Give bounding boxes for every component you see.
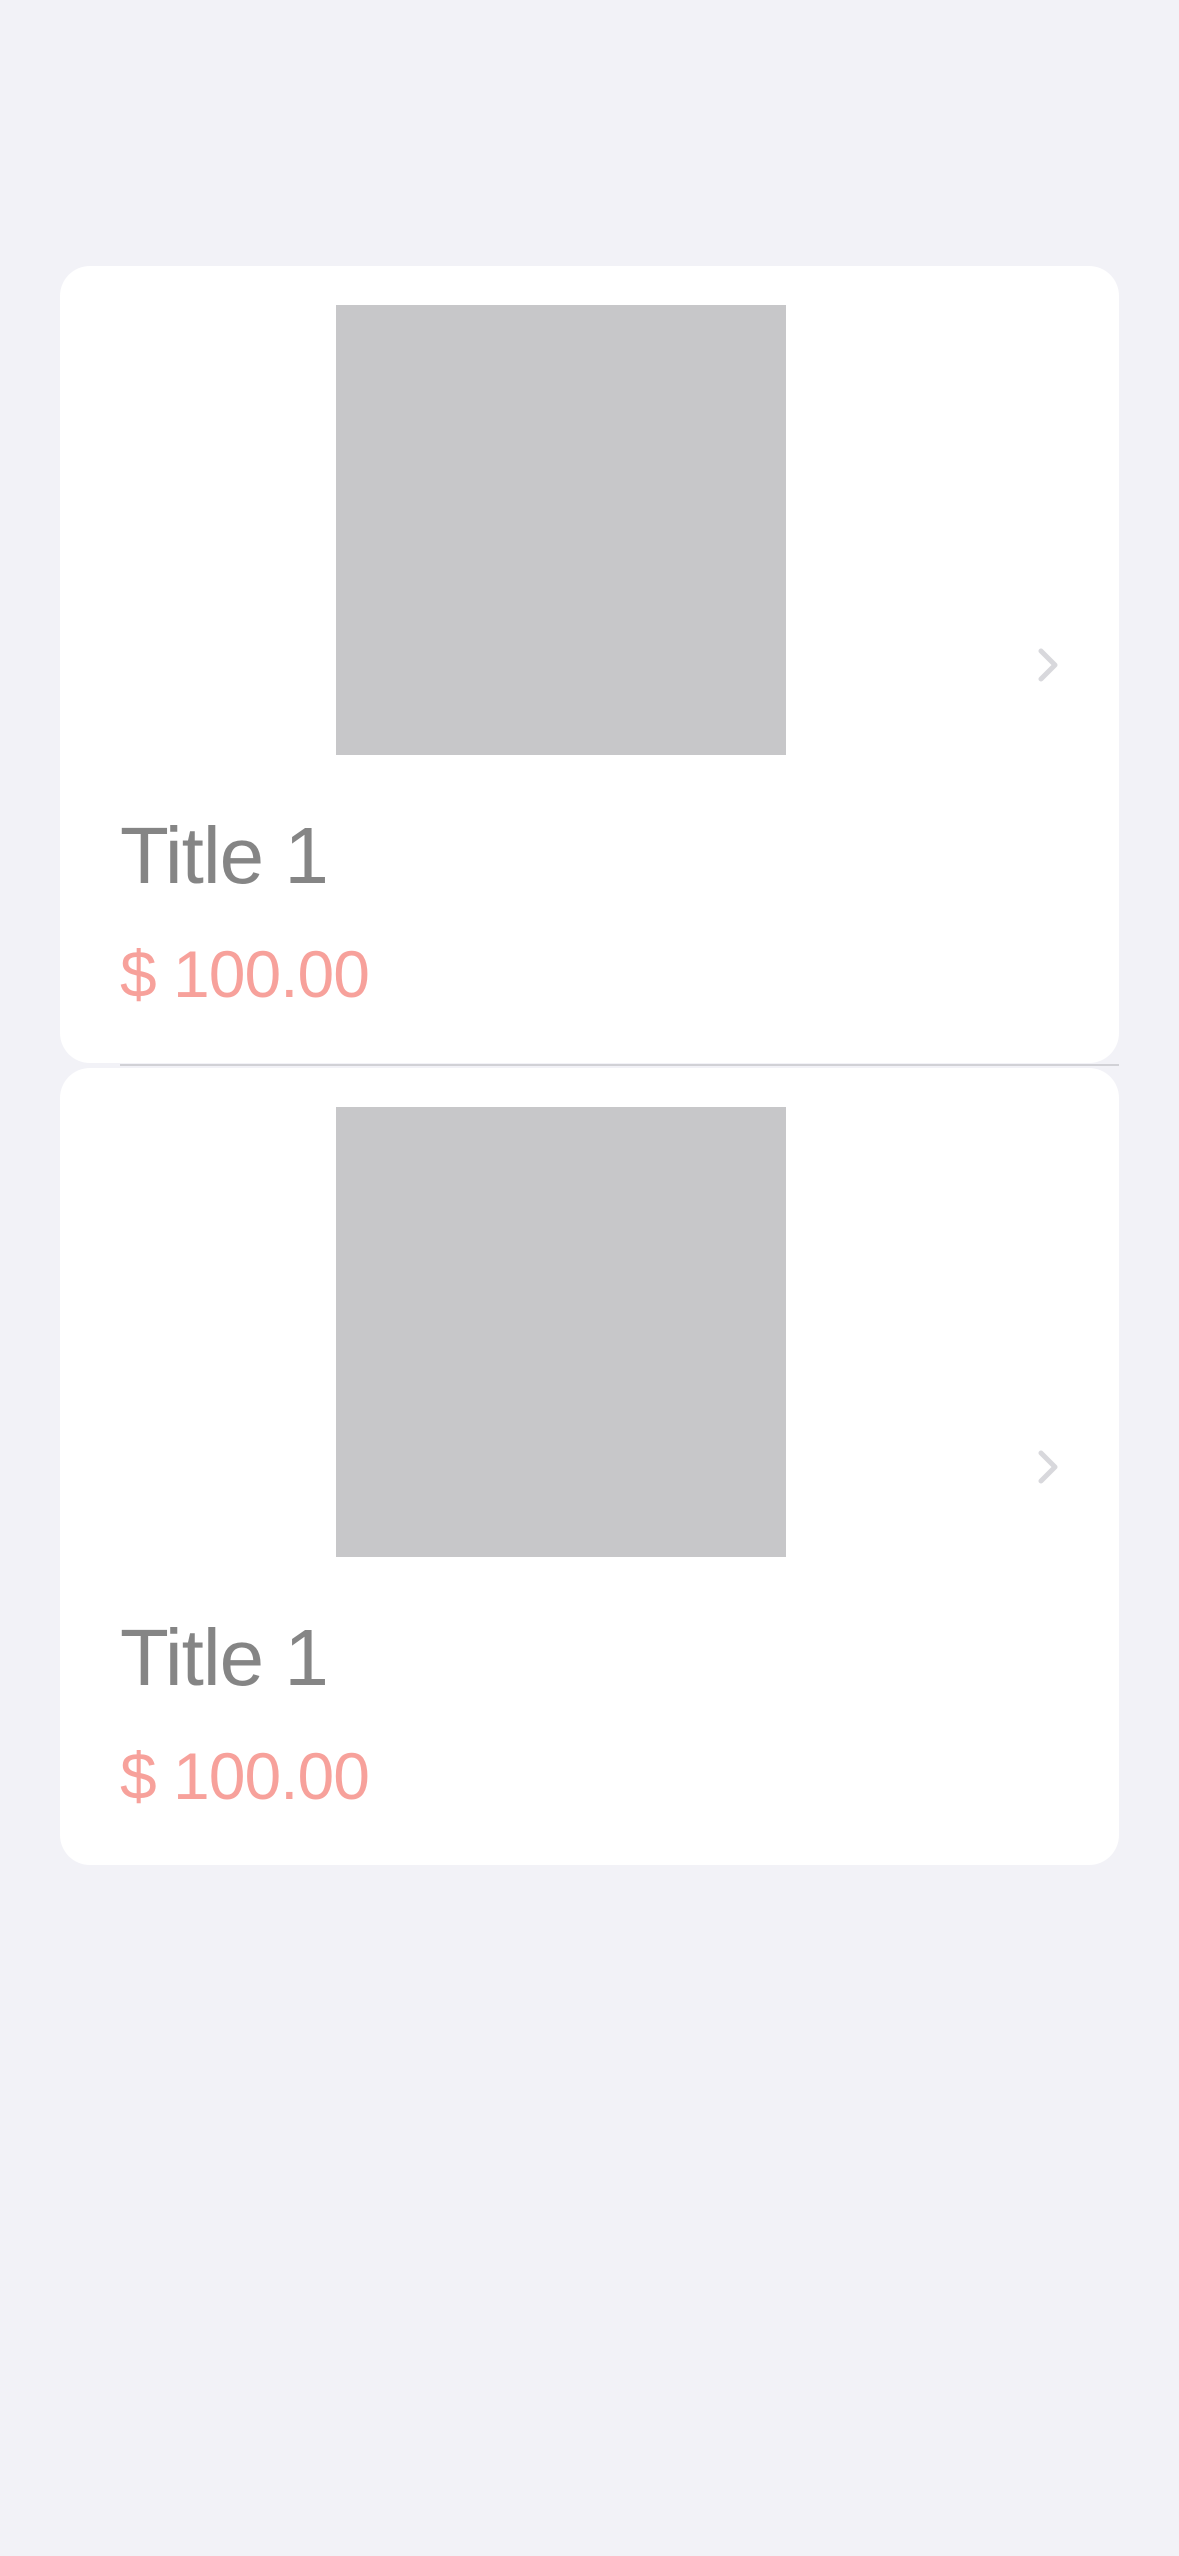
item-price: $ 100.00 <box>120 937 370 1011</box>
item-title: Title 1 <box>120 811 329 900</box>
list-item[interactable]: Title 1 $ 100.00 <box>60 266 1119 1063</box>
item-price: $ 100.00 <box>120 1739 370 1813</box>
image-placeholder <box>336 1107 786 1557</box>
chevron-right-icon <box>1038 1450 1058 1484</box>
item-title: Title 1 <box>120 1613 329 1702</box>
list-item[interactable]: Title 1 $ 100.00 <box>60 1068 1119 1865</box>
divider <box>120 1064 1119 1066</box>
chevron-right-icon <box>1038 648 1058 682</box>
image-placeholder <box>336 305 786 755</box>
